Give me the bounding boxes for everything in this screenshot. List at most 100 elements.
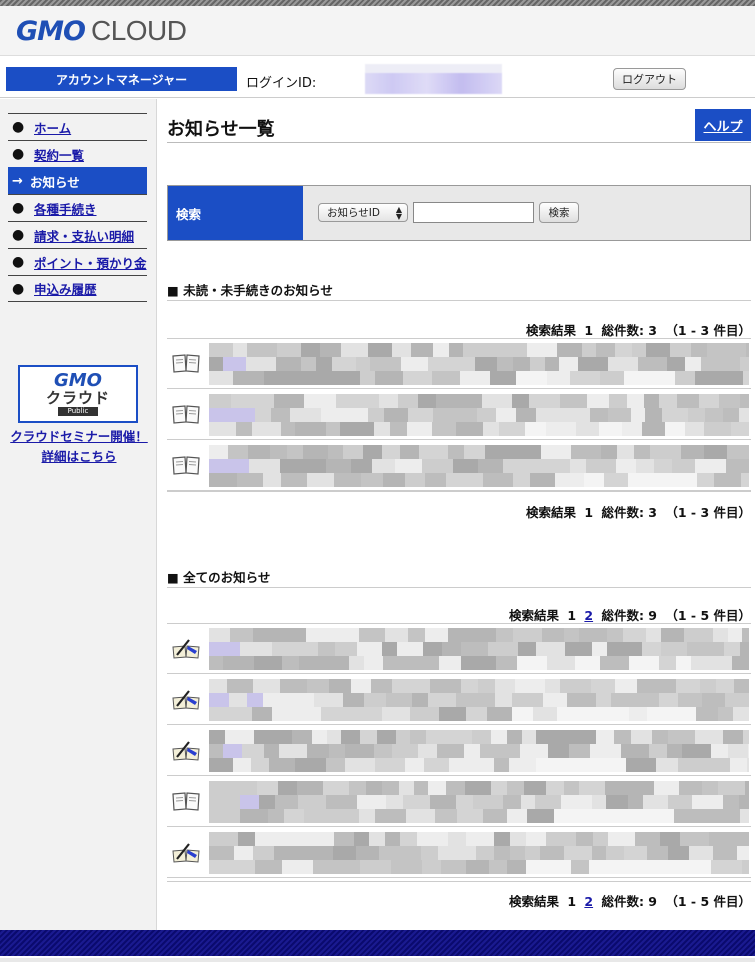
logo-gmo-text: GMO bbox=[16, 15, 86, 47]
unread-result-summary-bottom: 検索結果 1 総件数: 3 （1 - 3 件目） bbox=[526, 502, 751, 521]
current-page: 1 bbox=[584, 323, 594, 338]
section-divider bbox=[167, 587, 751, 588]
all-result-summary-top: 検索結果 1 2 総件数: 9 （1 - 5 件目） bbox=[509, 605, 751, 624]
promo-logo-public: Public bbox=[57, 407, 99, 416]
notice-content-redacted bbox=[209, 394, 749, 436]
footer-bar bbox=[0, 930, 755, 956]
help-button[interactable]: ヘルプ bbox=[695, 109, 751, 141]
bullet-icon: ● bbox=[12, 227, 25, 243]
notice-row[interactable] bbox=[167, 828, 751, 878]
notice-content-redacted bbox=[209, 445, 749, 487]
unread-result-summary-top: 検索結果 1 総件数: 3 （1 - 3 件目） bbox=[526, 320, 751, 339]
read-book-icon bbox=[171, 841, 201, 863]
result-prefix: 検索結果 bbox=[508, 608, 559, 623]
result-range: （1 - 3 件目） bbox=[665, 323, 751, 338]
page-1: 1 bbox=[567, 608, 577, 623]
search-label: 検索 bbox=[168, 186, 303, 240]
all-notices-heading: ■ 全てのお知らせ bbox=[167, 570, 271, 585]
read-book-icon bbox=[171, 637, 201, 659]
page-2-link[interactable]: 2 bbox=[584, 608, 593, 623]
bullet-icon: ● bbox=[12, 254, 25, 270]
section-divider bbox=[167, 491, 751, 492]
search-controls: お知らせID ▲ ▼ 検索 bbox=[303, 186, 750, 240]
book-icon bbox=[171, 352, 201, 374]
title-divider bbox=[167, 142, 751, 143]
sidebar-item-label: 請求・支払い明細 bbox=[34, 228, 135, 244]
sidebar-nav: ● ホーム ● 契約一覧 → お知らせ ● 各種手続き ● 請求・支払い明細 ●… bbox=[8, 113, 147, 302]
logo-cloud-text: CLOUD bbox=[90, 15, 187, 46]
seminar-link[interactable]: クラウドセミナー開催！詳細はこちら bbox=[8, 427, 150, 467]
sidebar-item-label: 申込み履歴 bbox=[34, 282, 97, 297]
result-range: （1 - 5 件目） bbox=[665, 608, 751, 623]
notice-content-redacted bbox=[209, 343, 749, 385]
sidebar-item-home[interactable]: ● ホーム bbox=[8, 113, 147, 140]
book-icon bbox=[171, 790, 201, 812]
notice-row[interactable] bbox=[167, 777, 751, 827]
bottom-edge bbox=[0, 958, 755, 962]
logout-button[interactable]: ログアウト bbox=[613, 68, 686, 90]
sidebar-item-contracts[interactable]: ● 契約一覧 bbox=[8, 140, 147, 167]
account-bar: アカウントマネージャー ログインID: ログアウト bbox=[0, 58, 755, 98]
section-divider bbox=[167, 881, 751, 882]
sidebar-item-label: ホーム bbox=[34, 120, 72, 136]
sidebar: ● ホーム ● 契約一覧 → お知らせ ● 各種手続き ● 請求・支払い明細 ●… bbox=[0, 99, 157, 930]
section-divider bbox=[167, 300, 751, 301]
book-icon bbox=[171, 454, 201, 476]
login-id-redacted bbox=[365, 64, 502, 94]
notice-row[interactable] bbox=[167, 675, 751, 725]
result-prefix: 検索結果 bbox=[526, 323, 577, 338]
page-2-link[interactable]: 2 bbox=[584, 894, 593, 909]
select-arrows-icon: ▲ ▼ bbox=[395, 205, 402, 221]
search-button[interactable]: 検索 bbox=[539, 202, 579, 223]
arrow-right-icon: → bbox=[12, 173, 23, 189]
notice-row[interactable] bbox=[167, 624, 751, 674]
result-prefix: 検索結果 bbox=[526, 505, 577, 520]
header: GMO CLOUD bbox=[0, 6, 755, 56]
total-count: 総件数: 9 bbox=[601, 894, 657, 909]
bullet-icon: ● bbox=[12, 200, 25, 216]
promo-logo-gmo: GMO bbox=[54, 370, 102, 391]
page-title: お知らせ一覧 bbox=[167, 119, 275, 140]
notice-row[interactable] bbox=[167, 339, 751, 389]
notice-row[interactable] bbox=[167, 441, 751, 491]
sidebar-item-label: お知らせ bbox=[30, 174, 80, 190]
result-range: （1 - 5 件目） bbox=[665, 894, 751, 909]
total-count: 総件数: 9 bbox=[601, 608, 657, 623]
sidebar-item-label: ポイント・預かり金 bbox=[34, 255, 147, 271]
bullet-icon: ● bbox=[12, 119, 25, 135]
total-count: 総件数: 3 bbox=[601, 505, 657, 520]
total-count: 総件数: 3 bbox=[601, 323, 657, 338]
notice-content-redacted bbox=[209, 781, 749, 823]
unread-notices-heading: ■ 未読・未手続きのお知らせ bbox=[167, 283, 333, 298]
result-range: （1 - 3 件目） bbox=[665, 505, 751, 520]
account-manager-label: アカウントマネージャー bbox=[6, 67, 237, 91]
promo-logo-kura: クラウド bbox=[45, 389, 110, 407]
search-input[interactable] bbox=[413, 202, 534, 223]
login-id-label: ログインID: bbox=[246, 76, 317, 91]
bullet-icon: ● bbox=[12, 146, 25, 162]
notice-row[interactable] bbox=[167, 726, 751, 776]
gmo-cloud-logo[interactable]: GMO CLOUD bbox=[16, 14, 187, 48]
sidebar-item-label: 契約一覧 bbox=[34, 147, 85, 163]
page-1: 1 bbox=[567, 894, 577, 909]
notice-content-redacted bbox=[209, 679, 749, 721]
current-page: 1 bbox=[584, 505, 594, 520]
book-icon bbox=[171, 403, 201, 425]
notice-content-redacted bbox=[209, 628, 749, 670]
sidebar-item-notices[interactable]: → お知らせ bbox=[8, 167, 147, 194]
sidebar-item-points[interactable]: ● ポイント・預かり金 bbox=[8, 248, 147, 275]
result-prefix: 検索結果 bbox=[508, 894, 559, 909]
gmo-cloud-public-banner[interactable]: GMO クラウド Public bbox=[18, 365, 138, 423]
all-result-summary-bottom: 検索結果 1 2 総件数: 9 （1 - 5 件目） bbox=[509, 891, 751, 910]
notice-content-redacted bbox=[209, 832, 749, 874]
bullet-icon: ● bbox=[12, 280, 25, 297]
read-book-icon bbox=[171, 739, 201, 761]
search-field-select[interactable]: お知らせID ▲ ▼ bbox=[318, 203, 408, 222]
search-select-value: お知らせID bbox=[327, 207, 380, 219]
sidebar-item-procedures[interactable]: ● 各種手続き bbox=[8, 194, 147, 221]
read-book-icon bbox=[171, 688, 201, 710]
search-panel: 検索 お知らせID ▲ ▼ 検索 bbox=[167, 185, 751, 241]
sidebar-item-billing[interactable]: ● 請求・支払い明細 bbox=[8, 221, 147, 248]
notice-row[interactable] bbox=[167, 390, 751, 440]
sidebar-item-history[interactable]: ● 申込み履歴 bbox=[8, 275, 147, 302]
